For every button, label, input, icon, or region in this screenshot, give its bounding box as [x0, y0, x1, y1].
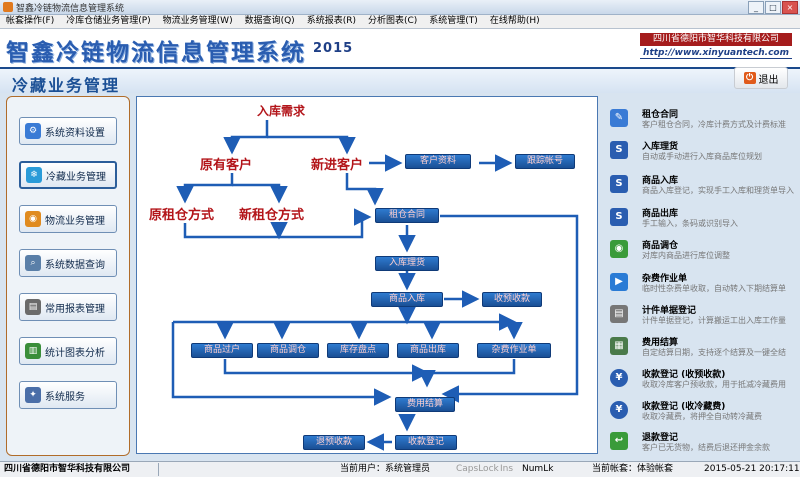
node-followup[interactable]: 跟踪帐号 — [515, 154, 575, 169]
node-inventory[interactable]: 库存盘点 — [327, 343, 389, 358]
list-item-payment-advance[interactable]: ¥ 收款登记 (收预收款) 收取冷库客户预收款，用于抵减冷藏费用 — [604, 366, 796, 396]
globe-icon: ◉ — [25, 211, 41, 227]
list-item-relocate[interactable]: ◉ 商品调仓 对库内商品进行库位调整 — [604, 237, 796, 267]
banner: 智鑫冷链物流信息管理系统 2015 四川省德阳市智华科技有限公司 http://… — [0, 29, 800, 69]
menu-logistics[interactable]: 物流业务管理(W) — [157, 15, 239, 28]
search-icon: ⌕ — [25, 255, 41, 271]
node-payment[interactable]: 收款登记 — [395, 435, 457, 450]
node-inbound-demand[interactable]: 入库需求 — [257, 102, 305, 119]
exit-button[interactable]: ⏻ 退出 — [734, 67, 788, 89]
nav-charts[interactable]: ▥ 统计图表分析 — [19, 337, 117, 365]
nav-data-query[interactable]: ⌕ 系统数据查询 — [19, 249, 117, 277]
list-item-piece-work[interactable]: ▤ 计件单据登记 计件单据登记，计算搬运工出入库工作量 — [604, 302, 796, 332]
nav-system-settings[interactable]: ⚙ 系统资料设置 — [19, 117, 117, 145]
node-misc-ops[interactable]: 杂费作业单 — [477, 343, 551, 358]
list-item-goods-in[interactable]: S 商品入库 商品入库登记，实现手工入库和理货单导入 — [604, 172, 796, 202]
printer-icon: ▤ — [25, 299, 41, 315]
contract-icon: ✎ — [610, 109, 628, 127]
flow-arrows — [171, 120, 579, 451]
nav-reports[interactable]: ▤ 常用报表管理 — [19, 293, 117, 321]
snowflake-icon: ❄ — [26, 167, 42, 183]
menu-help[interactable]: 在线帮助(H) — [484, 15, 546, 28]
status-account: 当前帐套：体验帐套 — [592, 464, 674, 474]
list-item-lease-contract[interactable]: ✎ 租仓合同 客户租仓合同，冷库计费方式及计费标准 — [604, 106, 796, 136]
wrench-icon: ✦ — [25, 387, 41, 403]
menu-system[interactable]: 系统管理(T) — [423, 15, 484, 28]
exit-label: 退出 — [758, 74, 779, 86]
exit-icon: ⏻ — [743, 72, 756, 84]
status-capslock: CapsLock — [456, 464, 499, 474]
flowchart: 入库需求 原有客户 新进客户 客户资料 跟踪帐号 原租仓方式 新租仓方式 租仓合… — [136, 96, 598, 454]
status-company: 四川省德阳市智华科技有限公司 — [4, 464, 131, 474]
sidebar: ⚙ 系统资料设置 ❄ 冷藏业务管理 ◉ 物流业务管理 ⌕ 系统数据查询 ▤ 常用… — [6, 96, 130, 456]
node-existing-client[interactable]: 原有客户 — [200, 154, 252, 173]
app-title: 智鑫冷链物流信息管理系统 — [6, 39, 306, 66]
node-goods-in[interactable]: 商品入库 — [371, 292, 443, 307]
node-new-client[interactable]: 新进客户 — [311, 154, 363, 173]
node-refund[interactable]: 退预收款 — [303, 435, 365, 450]
app-year: 2015 — [313, 41, 354, 56]
node-new-rent[interactable]: 新租仓方式 — [239, 204, 304, 223]
nav-cold-storage[interactable]: ❄ 冷藏业务管理 — [19, 161, 117, 189]
node-lease-contract[interactable]: 租仓合同 — [375, 208, 439, 223]
s-icon: S — [610, 208, 628, 226]
status-ins: Ins — [500, 464, 514, 474]
truck-icon: ▶ — [610, 273, 628, 291]
status-user: 当前用户：系统管理员 — [340, 464, 431, 474]
refund-icon: ↩ — [610, 432, 628, 450]
node-goods-out[interactable]: 商品出库 — [397, 343, 459, 358]
minimize-button[interactable]: _ — [748, 1, 764, 14]
status-bar: 四川省德阳市智华科技有限公司 当前用户：系统管理员 CapsLock Ins N… — [0, 461, 800, 477]
list-item-misc-ops[interactable]: ▶ 杂费作业单 临时性杂费单收取，自动转入下期结算单 — [604, 270, 796, 300]
s-icon: S — [610, 141, 628, 159]
calculator-icon: ▦ — [610, 337, 628, 355]
module-title: 冷藏业务管理 — [12, 76, 121, 95]
menu-query[interactable]: 数据查询(Q) — [239, 15, 301, 28]
company-url: http://www.xinyuantech.com — [640, 48, 792, 59]
node-orig-rent[interactable]: 原租仓方式 — [149, 204, 214, 223]
node-transfer[interactable]: 商品过户 — [191, 343, 253, 358]
globe-icon: ◉ — [610, 240, 628, 258]
document-icon: ▤ — [610, 305, 628, 323]
node-settlement[interactable]: 费用结算 — [395, 397, 455, 412]
list-item-goods-out[interactable]: S 商品出库 手工输入，条码或识别导入 — [604, 205, 796, 235]
s-icon: S — [610, 175, 628, 193]
list-item-inbound-process[interactable]: S 入库理货 自动或手动进行入库商品库位规划 — [604, 138, 796, 168]
window-controls: _ □ × — [748, 1, 798, 14]
menu-bar: 帐套操作(F) 冷库仓储业务管理(P) 物流业务管理(W) 数据查询(Q) 系统… — [0, 15, 800, 29]
node-relocate[interactable]: 商品调仓 — [257, 343, 319, 358]
menu-cold-storage[interactable]: 冷库仓储业务管理(P) — [60, 15, 156, 28]
module-header: 冷藏业务管理 ⏻ 退出 — [0, 67, 800, 95]
maximize-button[interactable]: □ — [765, 1, 781, 14]
window-title: 智鑫冷链物流信息管理系统 — [16, 4, 125, 14]
yen-icon: ¥ — [610, 369, 628, 387]
node-inbound-process[interactable]: 入库理货 — [375, 256, 439, 271]
status-numlock: NumLk — [522, 464, 554, 474]
menu-reports[interactable]: 系统报表(R) — [301, 15, 362, 28]
status-datetime: 2015-05-21 20:17:11 — [704, 464, 800, 474]
node-advance-charge[interactable]: 收预收款 — [482, 292, 542, 307]
menu-charts[interactable]: 分析图表(C) — [362, 15, 423, 28]
close-button[interactable]: × — [782, 1, 798, 14]
title-bar: 智鑫冷链物流信息管理系统 _ □ × — [0, 0, 800, 15]
app-icon — [3, 2, 13, 12]
company-name: 四川省德阳市智华科技有限公司 — [640, 33, 792, 46]
yen-icon: ¥ — [610, 401, 628, 419]
status-divider — [158, 463, 159, 476]
list-item-payment-storage[interactable]: ¥ 收款登记 (收冷藏费) 收取冷藏费，将押全自动转冷藏费 — [604, 398, 796, 428]
list-item-settlement[interactable]: ▦ 费用结算 自定结算日期，支持逐个结算及一键全结 — [604, 334, 796, 364]
nav-logistics[interactable]: ◉ 物流业务管理 — [19, 205, 117, 233]
nav-system-service[interactable]: ✦ 系统服务 — [19, 381, 117, 409]
menu-account[interactable]: 帐套操作(F) — [0, 15, 60, 28]
chart-icon: ▥ — [25, 343, 41, 359]
node-client-info[interactable]: 客户资料 — [405, 154, 471, 169]
gear-icon: ⚙ — [25, 123, 41, 139]
list-item-refund[interactable]: ↩ 退款登记 客户已无货物，结费后退还押金余款 — [604, 429, 796, 459]
